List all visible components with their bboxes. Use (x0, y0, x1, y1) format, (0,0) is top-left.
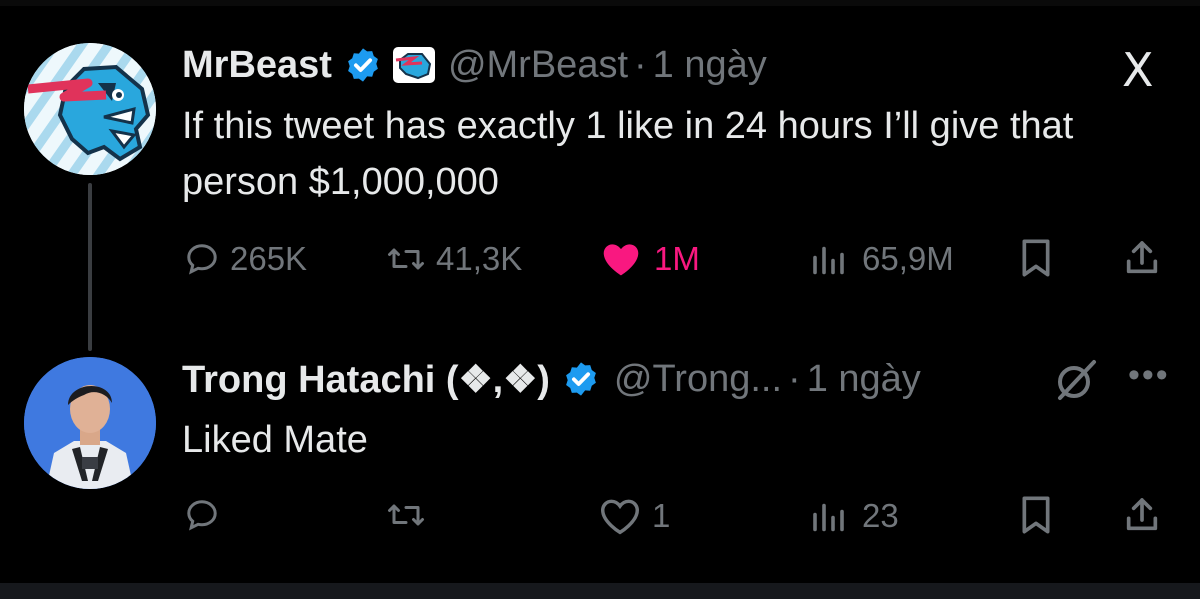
reply-text: Liked Mate (182, 419, 368, 461)
heart-outline-icon (600, 499, 640, 535)
reply-bookmark-button[interactable] (1018, 495, 1054, 535)
bookmark-button[interactable] (1018, 238, 1054, 278)
reply-like-button[interactable]: 1 (598, 497, 670, 535)
reply-verified-badge-icon (562, 360, 600, 398)
tweet-header: MrBeast @MrBeast · 1 ngày (182, 40, 767, 90)
trong-hatachi-avatar[interactable] (24, 357, 156, 489)
bottom-divider (0, 583, 1200, 599)
like-count: 1M (654, 240, 700, 277)
heart-filled-icon (603, 244, 639, 276)
repost-icon (388, 248, 424, 270)
reply-count: 265K (230, 240, 308, 277)
reply-reply-button[interactable] (184, 497, 230, 533)
more-options-icon[interactable]: ••• (1128, 355, 1170, 395)
views-count: 65,9M (862, 240, 954, 277)
bookmark-icon (1022, 496, 1050, 534)
reply-icon (187, 244, 217, 275)
reply-repost-button[interactable] (386, 497, 436, 533)
x-logo-icon: X (1122, 43, 1154, 97)
repost-icon (388, 504, 424, 526)
timestamp[interactable]: 1 ngày (653, 44, 767, 87)
grok-icon[interactable] (1052, 356, 1100, 409)
author-handle[interactable]: @MrBeast (448, 44, 628, 87)
repost-count: 41,3K (436, 240, 523, 277)
reply-author-name[interactable]: Trong Hatachi (❖,❖) (182, 357, 550, 402)
repost-button[interactable]: 41,3K (386, 240, 522, 278)
share-icon (1126, 241, 1158, 274)
separator-dot: · (634, 43, 647, 86)
views-chart-icon (813, 503, 844, 532)
reply-timestamp[interactable]: 1 ngày (807, 358, 921, 401)
like-button[interactable]: 1M (598, 240, 700, 278)
top-divider (0, 0, 1200, 6)
reply-button[interactable]: 265K (184, 240, 307, 278)
views-chart-icon (813, 246, 844, 275)
reply-views-count: 23 (862, 497, 899, 534)
reply-separator-dot: · (788, 357, 801, 400)
tweet-text: If this tweet has exactly 1 like in 24 h… (182, 105, 1074, 203)
bookmark-icon (1022, 239, 1050, 277)
reply-icon (187, 500, 217, 531)
share-icon (1126, 498, 1158, 531)
reply-like-count: 1 (652, 497, 671, 534)
reply-share-button[interactable] (1122, 495, 1162, 535)
reply-header: Trong Hatachi (❖,❖) @Trong... · 1 ngày (182, 354, 921, 404)
thread-connector (88, 183, 92, 351)
reply-views-button[interactable]: 23 (808, 497, 899, 535)
share-button[interactable] (1122, 238, 1162, 278)
author-name[interactable]: MrBeast (182, 44, 332, 87)
reply-author-handle[interactable]: @Trong... (614, 358, 782, 401)
views-button[interactable]: 65,9M (808, 240, 954, 278)
mrbeast-avatar[interactable] (24, 43, 156, 175)
affiliate-logo-icon[interactable] (392, 46, 436, 84)
verified-badge-icon (344, 46, 382, 84)
